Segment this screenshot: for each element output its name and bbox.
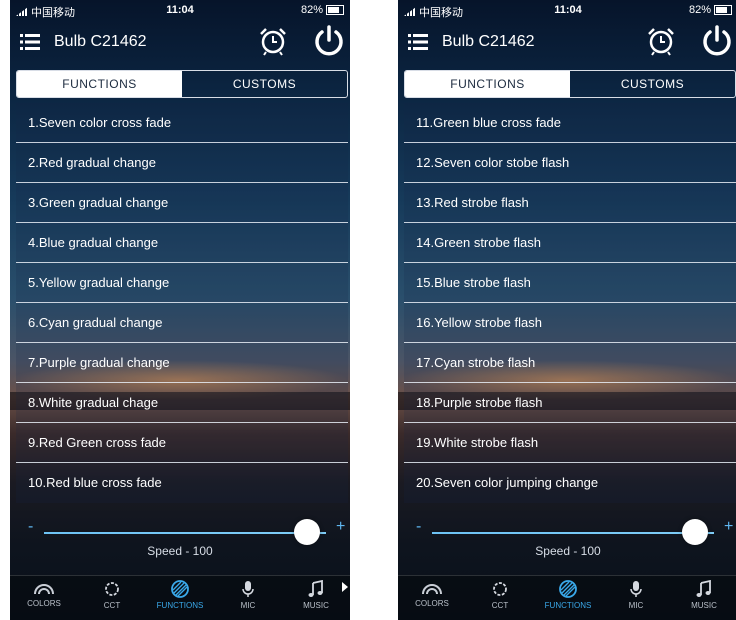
more-arrow-icon[interactable] xyxy=(342,582,348,592)
function-item[interactable]: 1.Seven color cross fade xyxy=(16,103,348,143)
device-title: Bulb C21462 xyxy=(442,33,535,50)
nav-mic[interactable]: MIC xyxy=(214,576,282,620)
function-item[interactable]: 13.Red strobe flash xyxy=(404,183,736,223)
function-item[interactable]: 5.Yellow gradual change xyxy=(16,263,348,303)
function-item[interactable]: 18.Purple strobe flash xyxy=(404,383,736,423)
status-bar: 中国移动 11:04 82% xyxy=(398,0,736,20)
battery-icon xyxy=(326,5,344,16)
function-item[interactable]: 9.Red Green cross fade xyxy=(16,423,348,463)
function-item[interactable]: 14.Green strobe flash xyxy=(404,223,736,263)
function-item[interactable]: 8.White gradual chage xyxy=(16,383,348,423)
function-item[interactable]: 17.Cyan strobe flash xyxy=(404,343,736,383)
function-list: 11.Green blue cross fade 12.Seven color … xyxy=(404,103,736,503)
sun-icon xyxy=(493,582,507,596)
speed-increase-button[interactable]: + xyxy=(724,518,733,536)
phone-screen-left: 中国移动 11:04 82% Bulb C21462 FUNCTIONS CUS… xyxy=(10,0,350,620)
functions-icon xyxy=(171,580,189,598)
nav-label: MIC xyxy=(628,601,644,610)
function-item[interactable]: 6.Cyan gradual change xyxy=(16,303,348,343)
function-item[interactable]: 3.Green gradual change xyxy=(16,183,348,223)
nav-label: COLORS xyxy=(415,599,449,608)
bottom-nav: COLORS CCT FUNCTIONS MIC MUSIC xyxy=(398,575,736,620)
function-item[interactable]: 10.Red blue cross fade xyxy=(16,463,348,503)
bottom-nav: COLORS CCT FUNCTIONS MIC MUSIC xyxy=(10,575,350,620)
status-bar: 中国移动 11:04 82% xyxy=(10,0,350,20)
speed-label: Speed - 100 xyxy=(535,544,601,558)
tab-functions[interactable]: FUNCTIONS xyxy=(405,71,570,97)
app-header: Bulb C21462 xyxy=(398,22,736,62)
nav-functions[interactable]: FUNCTIONS xyxy=(146,576,214,620)
speed-decrease-button[interactable]: - xyxy=(416,518,421,536)
functions-icon xyxy=(559,580,577,598)
function-item[interactable]: 7.Purple gradual change xyxy=(16,343,348,383)
list-menu-icon[interactable] xyxy=(408,32,428,52)
nav-label: MIC xyxy=(240,601,256,610)
battery-icon xyxy=(714,5,732,16)
function-item[interactable]: 16.Yellow strobe flash xyxy=(404,303,736,343)
device-title: Bulb C21462 xyxy=(54,33,147,50)
power-icon[interactable] xyxy=(312,24,346,58)
tab-customs[interactable]: CUSTOMS xyxy=(570,71,735,97)
nav-music[interactable]: MUSIC xyxy=(282,576,350,620)
speed-decrease-button[interactable]: - xyxy=(28,518,33,536)
speed-slider-track[interactable] xyxy=(44,532,326,534)
music-note-icon xyxy=(308,580,323,597)
function-item[interactable]: 12.Seven color stobe flash xyxy=(404,143,736,183)
nav-label: CCT xyxy=(491,601,509,610)
function-item[interactable]: 20.Seven color jumping change xyxy=(404,463,736,503)
nav-music[interactable]: MUSIC xyxy=(670,576,736,620)
function-item[interactable]: 2.Red gradual change xyxy=(16,143,348,183)
app-header: Bulb C21462 xyxy=(10,22,350,62)
function-list: 1.Seven color cross fade 2.Red gradual c… xyxy=(16,103,348,503)
battery-percent: 82% xyxy=(300,4,323,16)
nav-colors[interactable]: COLORS xyxy=(398,576,466,620)
function-item[interactable]: 19.White strobe flash xyxy=(404,423,736,463)
nav-mic[interactable]: MIC xyxy=(602,576,670,620)
mode-tabs: FUNCTIONS CUSTOMS xyxy=(16,70,348,98)
nav-label: FUNCTIONS xyxy=(156,601,204,610)
function-item[interactable]: 11.Green blue cross fade xyxy=(404,103,736,143)
function-item[interactable]: 4.Blue gradual change xyxy=(16,223,348,263)
rainbow-icon xyxy=(422,584,442,595)
speed-slider-handle[interactable] xyxy=(682,519,708,545)
nav-label: COLORS xyxy=(27,599,61,608)
phone-screen-right: 中国移动 11:04 82% Bulb C21462 FUNCTIONS CUS… xyxy=(398,0,736,620)
status-time: 11:04 xyxy=(554,4,582,16)
power-icon[interactable] xyxy=(700,24,734,58)
tab-customs[interactable]: CUSTOMS xyxy=(182,71,347,97)
mode-tabs: FUNCTIONS CUSTOMS xyxy=(404,70,736,98)
list-menu-icon[interactable] xyxy=(20,32,40,52)
nav-cct[interactable]: CCT xyxy=(466,576,534,620)
speed-increase-button[interactable]: + xyxy=(336,518,345,536)
sun-icon xyxy=(105,582,119,596)
nav-label: MUSIC xyxy=(303,601,329,610)
nav-cct[interactable]: CCT xyxy=(78,576,146,620)
function-item[interactable]: 15.Blue strobe flash xyxy=(404,263,736,303)
nav-label: FUNCTIONS xyxy=(544,601,592,610)
battery-percent: 82% xyxy=(688,4,711,16)
microphone-icon xyxy=(242,581,254,597)
rainbow-icon xyxy=(34,584,54,595)
speed-slider-track[interactable] xyxy=(432,532,714,534)
nav-label: CCT xyxy=(103,601,121,610)
alarm-clock-icon[interactable] xyxy=(646,26,676,56)
speed-label: Speed - 100 xyxy=(147,544,213,558)
status-time: 11:04 xyxy=(166,4,194,16)
nav-functions[interactable]: FUNCTIONS xyxy=(534,576,602,620)
nav-colors[interactable]: COLORS xyxy=(10,576,78,620)
nav-label: MUSIC xyxy=(691,601,717,610)
alarm-clock-icon[interactable] xyxy=(258,26,288,56)
music-note-icon xyxy=(696,580,711,597)
microphone-icon xyxy=(630,581,642,597)
tab-functions[interactable]: FUNCTIONS xyxy=(17,71,182,97)
speed-slider-handle[interactable] xyxy=(294,519,320,545)
